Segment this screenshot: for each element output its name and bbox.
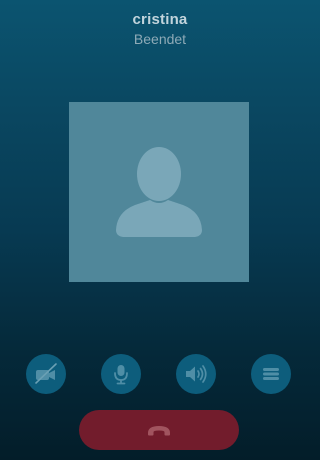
microphone-icon bbox=[114, 365, 128, 385]
video-off-icon bbox=[35, 363, 57, 384]
contact-name: cristina bbox=[132, 11, 188, 28]
end-call-button[interactable] bbox=[79, 410, 239, 450]
person-icon bbox=[116, 147, 202, 237]
call-screen: cristina Beendet bbox=[0, 0, 320, 460]
menu-icon bbox=[263, 368, 279, 380]
speaker-button[interactable] bbox=[176, 354, 216, 394]
microphone-button[interactable] bbox=[101, 354, 141, 394]
call-status: Beendet bbox=[133, 31, 187, 47]
video-toggle-button[interactable] bbox=[26, 354, 66, 394]
speaker-icon bbox=[186, 365, 207, 383]
menu-button[interactable] bbox=[251, 354, 291, 394]
contact-avatar bbox=[69, 102, 249, 282]
call-controls bbox=[0, 354, 320, 394]
hang-up-icon bbox=[148, 426, 170, 436]
